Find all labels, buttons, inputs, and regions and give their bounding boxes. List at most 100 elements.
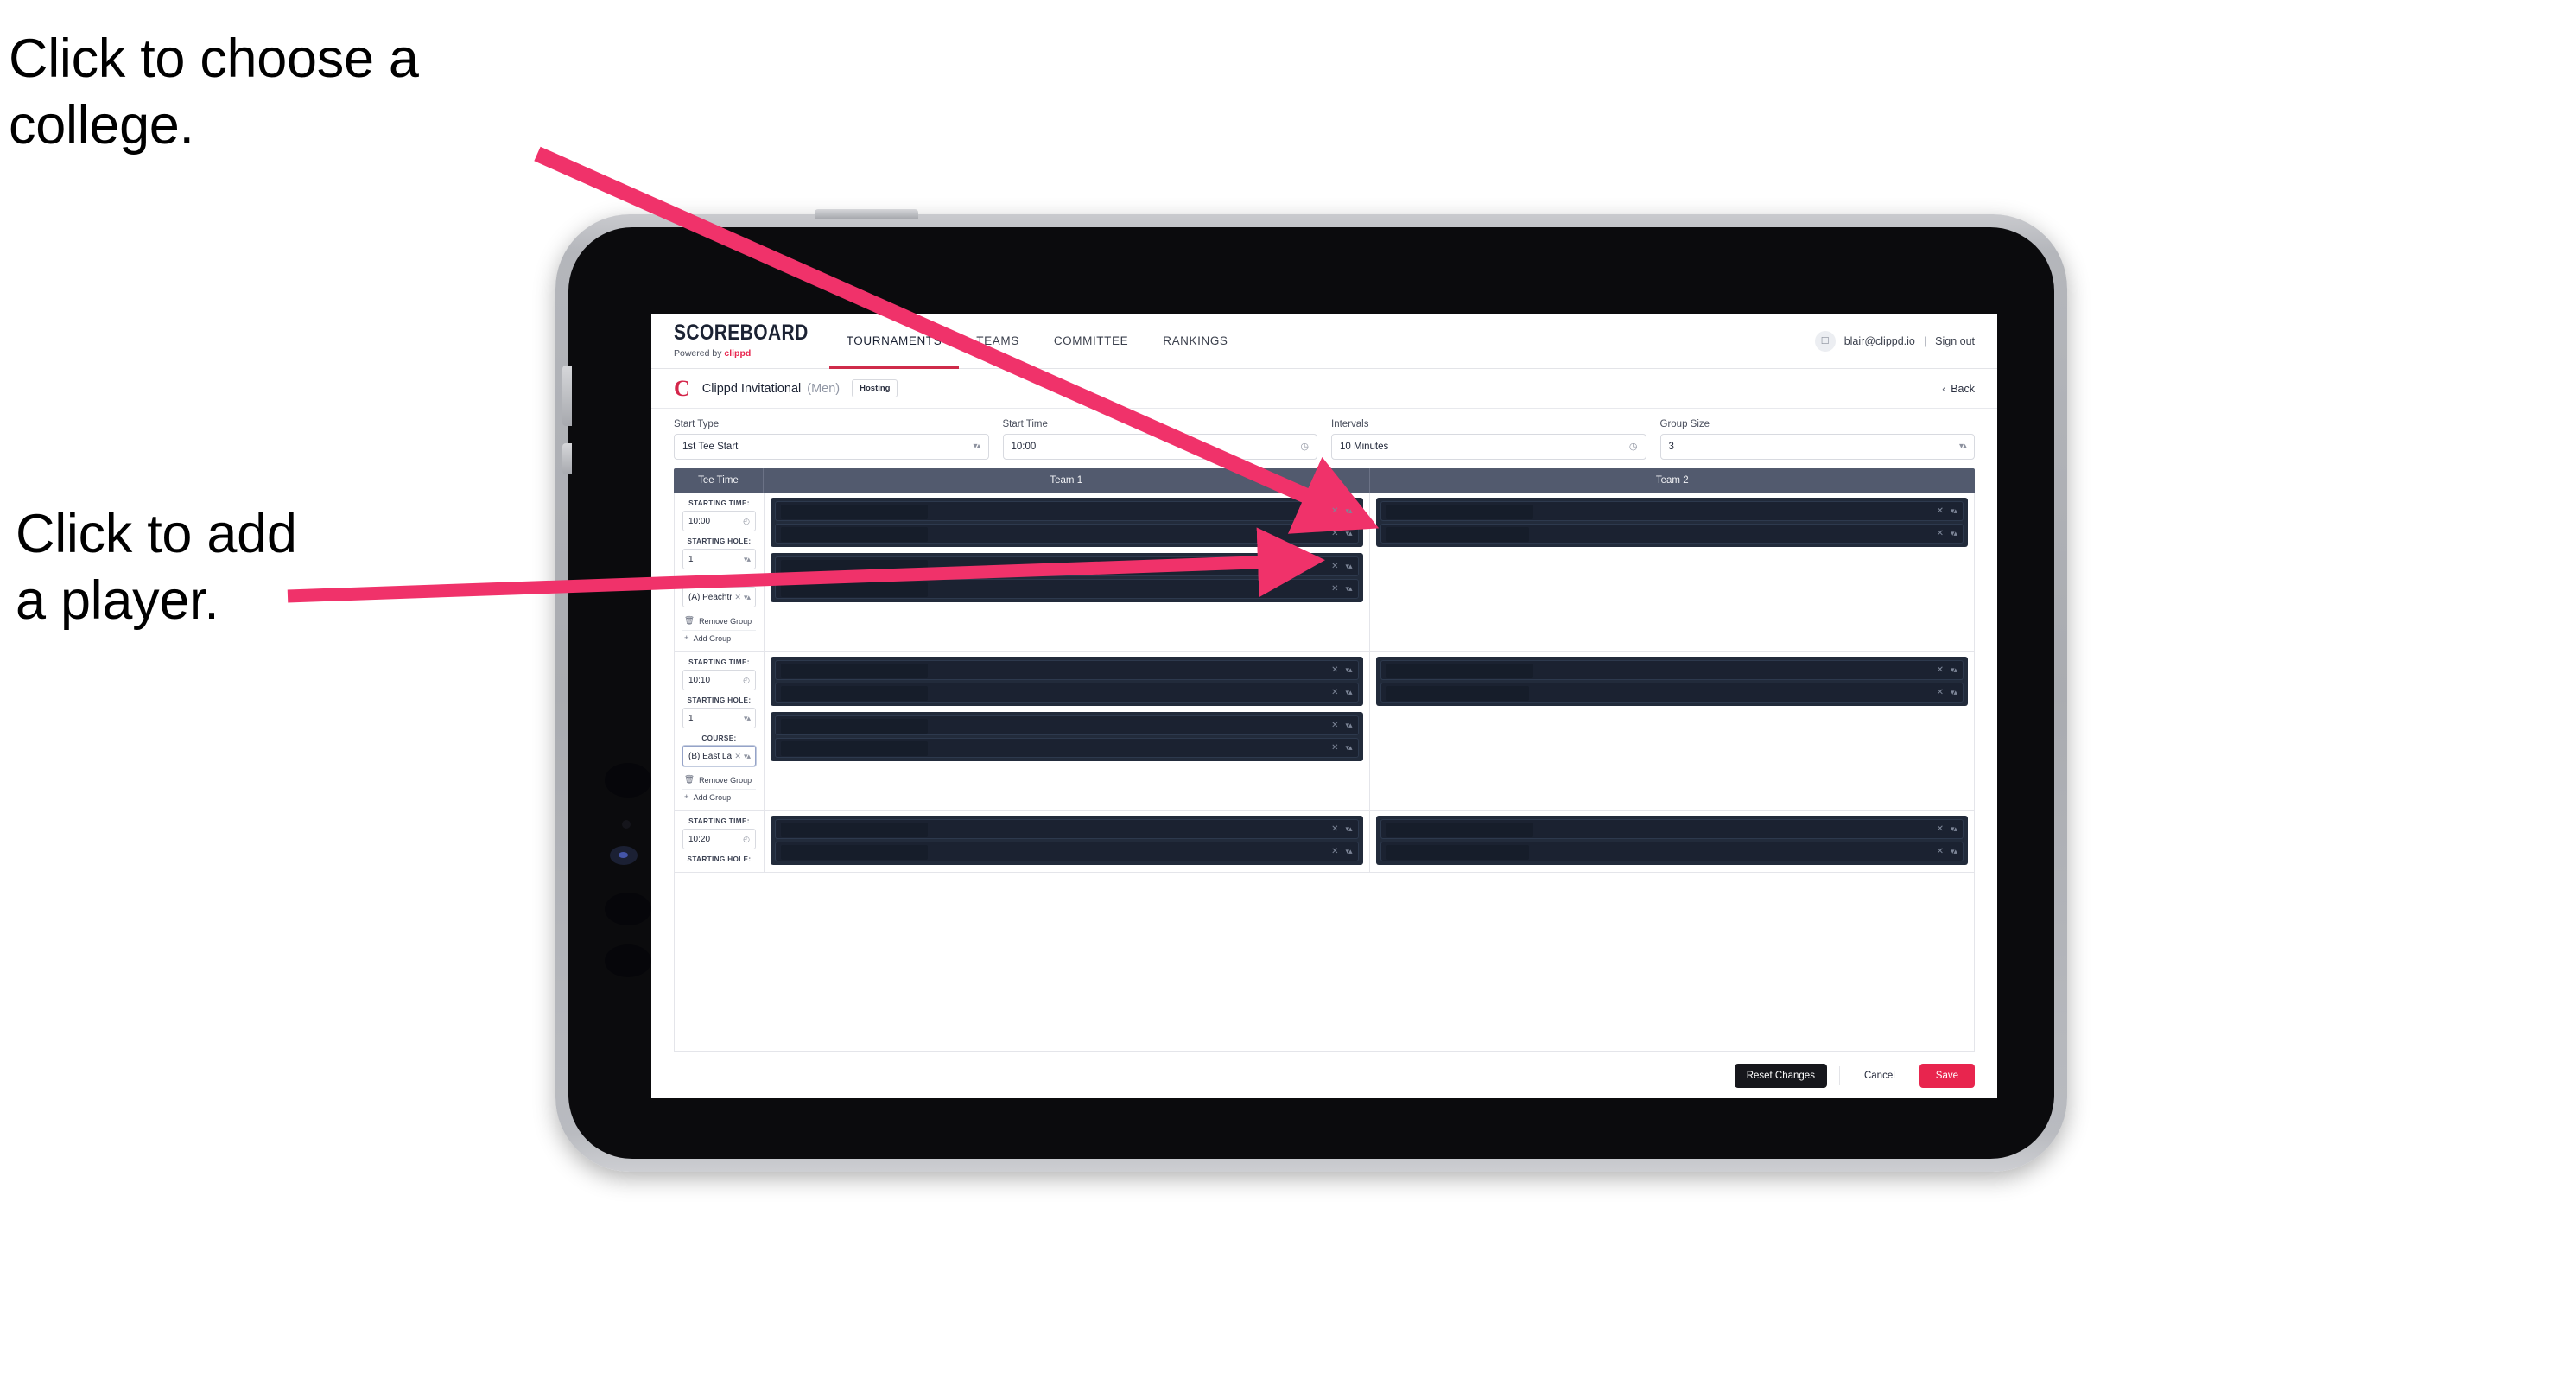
stepper-icon[interactable]: ▾▴ [1345, 825, 1352, 833]
player-slot[interactable]: ✕ ▾▴ [1380, 819, 1964, 839]
player-slot[interactable]: ✕ ▾▴ [775, 501, 1359, 521]
add-group-button[interactable]: + Add Group [682, 790, 756, 804]
clear-x-icon[interactable]: ✕ [1331, 688, 1338, 697]
clear-x-icon[interactable]: ✕ [1937, 529, 1944, 538]
clear-x-icon[interactable]: ✕ [1937, 824, 1944, 834]
clear-x-icon[interactable]: ✕ [734, 593, 741, 602]
player-slot[interactable]: ✕ ▾▴ [1380, 842, 1964, 861]
player-slot[interactable]: ✕ ▾▴ [775, 556, 1359, 576]
stepper-icon[interactable]: ▾▴ [1951, 689, 1957, 696]
stepper-icon[interactable]: ▾▴ [1345, 744, 1352, 752]
clear-x-icon[interactable]: ✕ [1331, 824, 1338, 834]
chevron-left-icon: ‹ [1942, 382, 1946, 395]
stepper-icon[interactable]: ▾▴ [1345, 507, 1352, 515]
stepper-icon[interactable]: ▾▴ [1951, 507, 1957, 515]
volume-up-button[interactable] [562, 366, 572, 426]
player-slot[interactable]: ✕ ▾▴ [775, 715, 1359, 735]
intervals-input[interactable]: 10 Minutes ◷ [1331, 434, 1646, 460]
starting-time-input[interactable]: 10:00 ◴ [682, 511, 756, 531]
stepper-icon[interactable]: ▾▴ [1951, 825, 1957, 833]
stepper-icon[interactable]: ▾▴ [744, 714, 751, 723]
player-slot[interactable]: ✕ ▾▴ [1380, 524, 1964, 544]
course-input[interactable]: (B) East Lake GC✕▾▴ [682, 746, 756, 766]
player-slot[interactable]: ✕ ▾▴ [1380, 660, 1964, 680]
stepper-icon[interactable]: ▾▴ [1345, 722, 1352, 729]
stepper-icon[interactable]: ▾▴ [1959, 442, 1967, 451]
player-slot-controls: ✕ ▾▴ [1937, 529, 1957, 538]
clear-x-icon[interactable]: ✕ [1937, 847, 1944, 856]
player-slot-controls: ✕ ▾▴ [1331, 847, 1352, 856]
clear-x-icon[interactable]: ✕ [1331, 529, 1338, 538]
clear-x-icon[interactable]: ✕ [734, 752, 741, 761]
stepper-icon[interactable]: ▾▴ [1345, 848, 1352, 855]
power-button[interactable] [815, 209, 918, 219]
nav-tab-teams[interactable]: TEAMS [959, 315, 1037, 369]
tee-time-cell: STARTING TIME: 10:00 ◴ STARTING HOLE: 1 ▾▴ COU… [675, 493, 765, 651]
clock-icon[interactable]: ◴ [743, 676, 750, 685]
player-slot[interactable]: ✕ ▾▴ [775, 683, 1359, 703]
stepper-icon[interactable]: ▾▴ [973, 442, 980, 451]
save-button[interactable]: Save [1919, 1063, 1975, 1088]
group-size-stepper[interactable]: 3 ▾▴ [1659, 434, 1975, 460]
stepper-icon[interactable]: ▾▴ [1951, 530, 1957, 537]
clock-icon[interactable]: ◴ [743, 835, 750, 844]
player-slot[interactable]: ✕ ▾▴ [775, 660, 1359, 680]
stepper-icon[interactable]: ▾▴ [744, 593, 751, 602]
clear-x-icon[interactable]: ✕ [1937, 688, 1944, 697]
add-group-button[interactable]: + Add Group [682, 631, 756, 645]
starting-hole-input[interactable]: 1 ▾▴ [682, 708, 756, 728]
brand-logo[interactable]: SCOREBOARD Powered by clippd [651, 314, 829, 368]
clear-x-icon[interactable]: ✕ [1331, 743, 1338, 753]
brand-tagline-prefix: Powered by [674, 347, 722, 359]
clear-x-icon[interactable]: ✕ [1331, 584, 1338, 594]
starting-time-input[interactable]: 10:10 ◴ [682, 670, 756, 690]
stepper-icon[interactable]: ▾▴ [1345, 585, 1352, 593]
reset-changes-button[interactable]: Reset Changes [1734, 1063, 1827, 1088]
player-slot[interactable]: ✕ ▾▴ [775, 819, 1359, 839]
player-slot[interactable]: ✕ ▾▴ [775, 842, 1359, 861]
player-slot[interactable]: ✕ ▾▴ [775, 579, 1359, 599]
nav-tab-tournaments[interactable]: TOURNAMENTS [828, 315, 960, 369]
volume-down-button[interactable] [562, 443, 572, 474]
remove-group-button[interactable]: 🗑 Remove Group [682, 614, 756, 631]
brand-tagline-name: clippd [724, 347, 752, 359]
player-name-redaction [781, 719, 928, 734]
stepper-icon[interactable]: ▾▴ [744, 555, 751, 564]
course-input[interactable]: (A) Peachtree GC✕▾▴ [682, 587, 756, 607]
nav-tab-committee[interactable]: COMMITTEE [1037, 315, 1145, 369]
clear-x-icon[interactable]: ✕ [1331, 562, 1338, 571]
clear-x-icon[interactable]: ✕ [1331, 506, 1338, 516]
field-intervals-label: Intervals [1331, 419, 1369, 429]
start-type-select[interactable]: 1st Tee Start ▾▴ [674, 434, 989, 460]
starting-time-input[interactable]: 10:20 ◴ [682, 829, 756, 849]
stepper-icon[interactable]: ▾▴ [1345, 530, 1352, 537]
clear-x-icon[interactable]: ✕ [1331, 721, 1338, 730]
clear-x-icon[interactable]: ✕ [1937, 506, 1944, 516]
stepper-icon[interactable]: ▾▴ [744, 752, 751, 761]
player-slot[interactable]: ✕ ▾▴ [775, 524, 1359, 544]
starting-hole-input[interactable]: 1 ▾▴ [682, 549, 756, 569]
cancel-button[interactable]: Cancel [1852, 1064, 1907, 1088]
stepper-icon[interactable]: ▾▴ [1345, 563, 1352, 570]
clock-icon[interactable]: ◷ [1300, 442, 1309, 452]
clear-x-icon[interactable]: ✕ [1937, 665, 1944, 675]
sign-out-link[interactable]: Sign out [1935, 335, 1975, 347]
stepper-icon[interactable]: ▾▴ [1345, 689, 1352, 696]
player-slot[interactable]: ✕ ▾▴ [775, 738, 1359, 758]
clear-x-icon[interactable]: ✕ [1331, 847, 1338, 856]
back-link[interactable]: ‹ Back [1942, 383, 1975, 395]
clock-icon[interactable]: ◷ [1629, 442, 1638, 452]
player-slot[interactable]: ✕ ▾▴ [1380, 683, 1964, 703]
stepper-icon[interactable]: ▾▴ [1951, 666, 1957, 674]
user-avatar-icon[interactable]: ☐ [1814, 330, 1836, 352]
column-header-tee-time: Tee Time [674, 468, 764, 493]
clock-icon[interactable]: ◴ [743, 517, 750, 526]
start-time-input[interactable]: 10:00 ◷ [1002, 434, 1317, 460]
start-type-value: 1st Tee Start [682, 442, 739, 452]
clear-x-icon[interactable]: ✕ [1331, 665, 1338, 675]
nav-tab-rankings[interactable]: RANKINGS [1145, 315, 1245, 369]
stepper-icon[interactable]: ▾▴ [1345, 666, 1352, 674]
stepper-icon[interactable]: ▾▴ [1951, 848, 1957, 855]
player-slot[interactable]: ✕ ▾▴ [1380, 501, 1964, 521]
remove-group-button[interactable]: 🗑 Remove Group [682, 772, 756, 790]
